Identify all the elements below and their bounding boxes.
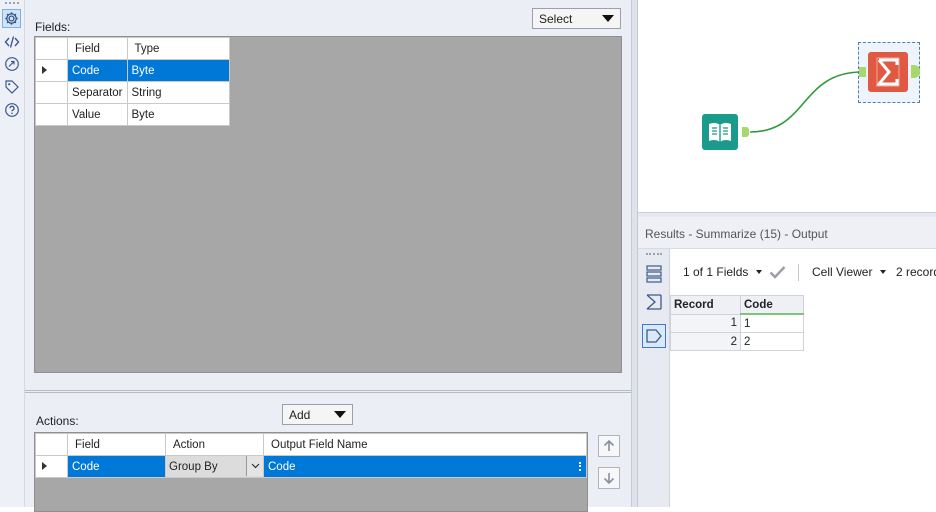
row-selector[interactable] <box>35 81 68 104</box>
column-header-output-field-name[interactable]: Output Field Name <box>263 433 587 456</box>
cell-viewer-toggle[interactable]: Cell Viewer <box>812 257 887 287</box>
vertical-splitter[interactable] <box>631 0 638 507</box>
column-header-type[interactable]: Type <box>126 37 230 60</box>
results-sidebar <box>638 249 670 507</box>
table-row[interactable]: 1 1 <box>670 313 804 333</box>
configuration-pane: Fields: Select Field Type Code Byte Sepa… <box>25 0 631 512</box>
code-icon[interactable] <box>2 32 21 51</box>
cell-viewer-label: Cell Viewer <box>812 265 873 279</box>
output-anchor-icon[interactable] <box>642 324 666 348</box>
fields-table: Field Type Code Byte Separator String Va… <box>35 37 230 126</box>
field-cell[interactable]: Separator <box>67 81 128 104</box>
column-header-code[interactable]: Code <box>740 295 804 315</box>
row-header-corner <box>35 433 68 456</box>
table-row[interactable]: Code Group By Code <box>35 455 587 478</box>
fields-selector-label: 1 of 1 Fields <box>683 265 749 279</box>
results-toolbar: 1 of 1 Fields Cell Viewer 2 records <box>670 257 936 287</box>
field-cell[interactable]: Code <box>67 59 128 82</box>
column-header-action[interactable]: Action <box>165 433 264 456</box>
select-dropdown-label: Select <box>539 11 573 26</box>
toolbar-divider <box>798 264 799 281</box>
row-pointer-icon <box>42 66 47 74</box>
actions-table: Field Action Output Field Name Code Grou… <box>35 433 587 478</box>
record-number-cell: 2 <box>670 332 741 351</box>
arrow-up-icon <box>603 439 615 451</box>
help-icon[interactable] <box>2 100 21 119</box>
column-header-field[interactable]: Field <box>67 37 128 60</box>
type-cell[interactable]: Byte <box>126 59 230 82</box>
column-header-record[interactable]: Record <box>670 295 741 315</box>
record-count: 2 records <box>896 265 936 279</box>
select-dropdown[interactable]: Select <box>532 8 621 29</box>
output-field-name-cell[interactable]: Code <box>263 455 587 478</box>
apply-checkmark-button[interactable] <box>769 257 786 287</box>
results-pane: Results - Summarize (15) - Output 1 of 1… <box>638 217 936 507</box>
table-row[interactable]: Value Byte <box>35 103 230 126</box>
move-up-button[interactable] <box>598 435 620 457</box>
chevron-down-icon <box>334 411 346 418</box>
action-select-value: Group By <box>169 460 218 473</box>
field-cell[interactable]: Code <box>67 455 166 478</box>
tag-icon[interactable] <box>2 77 21 96</box>
pane-splitter[interactable] <box>25 390 631 393</box>
resize-grip <box>579 462 583 471</box>
grip-dots <box>5 2 19 6</box>
summarize-sigma-icon[interactable] <box>868 52 908 92</box>
results-header-row: Record Code <box>670 295 804 315</box>
output-field-name-value: Code <box>268 460 296 473</box>
action-select[interactable]: Group By <box>165 455 264 478</box>
fields-selector[interactable]: 1 of 1 Fields <box>683 257 763 287</box>
fields-label: Fields: <box>35 20 71 34</box>
row-pointer-icon <box>42 462 47 470</box>
chevron-down-icon <box>880 270 887 274</box>
chevron-down-icon <box>602 15 614 22</box>
chevron-down-icon <box>756 270 763 274</box>
grid-icon[interactable] <box>642 262 666 286</box>
input-book-icon[interactable] <box>702 114 738 150</box>
row-header-corner <box>35 37 68 60</box>
tool-icon-bar <box>0 0 25 507</box>
chevron-down-icon[interactable] <box>246 456 263 476</box>
results-table: Record Code 1 1 2 2 <box>670 295 804 351</box>
grip-dots <box>646 253 662 257</box>
row-selector[interactable] <box>35 103 68 126</box>
arrow-down-icon <box>603 473 615 485</box>
output-anchor[interactable] <box>742 127 749 137</box>
row-selector[interactable] <box>35 455 68 478</box>
rename-icon[interactable] <box>2 54 21 73</box>
actions-grid[interactable]: Field Action Output Field Name Code Grou… <box>34 432 588 512</box>
fields-header-row: Field Type <box>35 37 230 60</box>
table-row[interactable]: Separator String <box>35 81 230 104</box>
add-dropdown[interactable]: Add <box>282 404 353 425</box>
type-cell[interactable]: Byte <box>126 103 230 126</box>
connection-line <box>749 71 863 133</box>
actions-header-row: Field Action Output Field Name <box>35 433 587 456</box>
results-title: Results - Summarize (15) - Output <box>638 217 936 249</box>
table-row[interactable]: 2 2 <box>670 332 804 351</box>
move-down-button[interactable] <box>598 467 620 489</box>
code-cell[interactable]: 2 <box>740 332 804 351</box>
row-selector[interactable] <box>35 59 68 82</box>
column-header-field[interactable]: Field <box>67 433 166 456</box>
checkmark-icon <box>769 266 786 279</box>
workflow-canvas[interactable] <box>638 0 936 213</box>
field-cell[interactable]: Value <box>67 103 128 126</box>
code-cell[interactable]: 1 <box>740 313 804 333</box>
input-anchor[interactable] <box>859 67 866 77</box>
type-cell[interactable]: String <box>126 81 230 104</box>
connection-layer <box>749 71 863 133</box>
fields-grid[interactable]: Field Type Code Byte Separator String Va… <box>34 36 622 373</box>
table-row[interactable]: Code Byte <box>35 59 230 82</box>
record-number-cell: 1 <box>670 313 741 333</box>
actions-label: Actions: <box>36 414 79 428</box>
summarize-icon[interactable] <box>642 290 666 314</box>
gear-icon[interactable] <box>2 9 21 28</box>
add-dropdown-label: Add <box>289 407 311 422</box>
